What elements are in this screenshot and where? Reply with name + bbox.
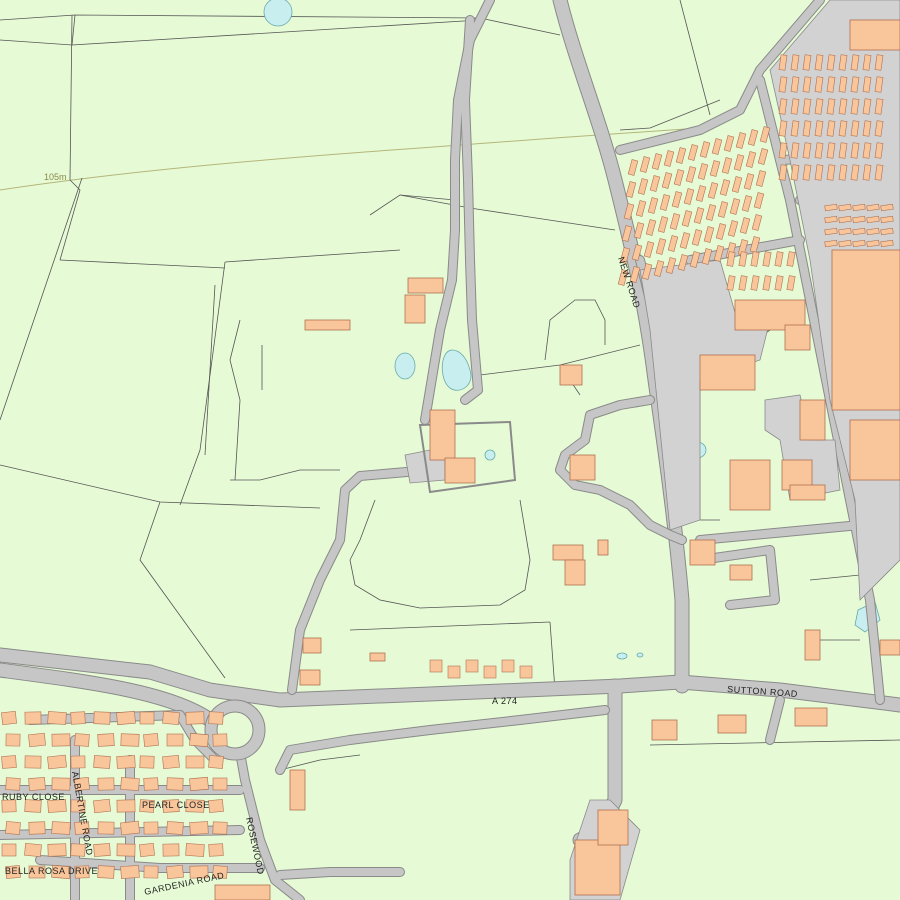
house [120,865,140,879]
house [166,864,184,880]
map-canvas[interactable]: 105m NEW ROAD A 274 SUTTON ROAD RUBY CLO… [0,0,900,900]
house [162,711,180,725]
house [162,843,180,857]
house [116,755,136,769]
house [212,821,228,835]
house [93,843,111,857]
house [212,777,228,791]
house [1,710,17,726]
house [24,711,42,725]
house [120,777,140,791]
house [116,843,136,857]
house [143,733,159,747]
house [465,659,479,673]
house [208,843,224,857]
house [120,820,140,836]
house [74,733,90,747]
house [185,711,205,725]
house [28,777,46,791]
house [116,710,136,726]
house [212,733,228,747]
house [519,665,533,679]
house [139,842,155,858]
house [120,733,140,747]
road-label-a274: A 274 [492,696,518,706]
house [51,733,71,747]
house [189,776,209,792]
house [97,865,115,879]
house [166,821,184,835]
house [189,821,209,835]
house [143,821,159,835]
road-label-ruby-close: RUBY CLOSE [2,792,65,802]
house [93,798,111,814]
road-label-bella-rosa-drive: BELLA ROSA DRIVE [5,866,98,876]
house [429,659,443,673]
house [1,843,17,857]
house [185,843,205,857]
house [166,733,184,747]
house [208,755,224,769]
house [47,843,67,857]
house [51,821,71,835]
house [93,711,111,725]
house [47,754,67,770]
house [162,755,180,769]
house [47,711,67,725]
contour-label-105: 105m [44,172,67,182]
house [143,865,159,879]
house [139,711,155,725]
house [97,777,115,791]
house [70,755,86,769]
house [97,821,115,835]
house [501,659,515,673]
house [185,755,205,769]
house [208,711,224,725]
house [24,755,42,769]
house [208,799,224,813]
house [1,755,17,769]
house [5,777,21,791]
house [70,711,86,725]
roundabout [204,699,266,761]
house [51,777,71,791]
house [28,821,46,835]
house [116,799,136,813]
house [97,733,115,747]
map-view[interactable]: 105m NEW ROAD A 274 SUTTON ROAD RUBY CLO… [0,0,900,900]
house [483,665,497,679]
house [143,777,159,791]
house [447,665,461,679]
road-label-pearl-close: PEARL CLOSE [142,800,210,810]
house [93,755,111,769]
house [5,733,21,747]
house [189,732,209,748]
house [166,777,184,791]
house [24,843,42,857]
house [28,732,46,748]
house [5,821,21,835]
house [139,755,155,769]
